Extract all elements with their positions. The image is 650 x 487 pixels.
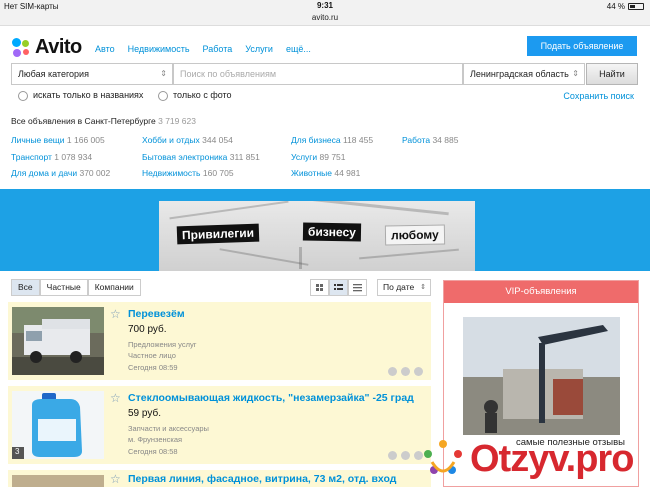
listing-item[interactable]: ☆ Первая линия, фасадное, витрина, 73 м2… (8, 470, 431, 487)
listing-seller: Частное лицо (128, 351, 176, 360)
battery-icon (628, 3, 644, 10)
site-header: Avito Авто Недвижимость Работа Услуги ещ… (0, 27, 650, 63)
category-list: Личные вещи 1 166 005 Транспорт 1 078 93… (11, 135, 631, 185)
sort-select[interactable]: По дате ⇕ (377, 279, 431, 296)
region-select[interactable]: Ленинградская область ⇕ (463, 63, 585, 85)
banner-word: любому (384, 224, 445, 246)
listing-category: Запчасти и аксессуары (128, 424, 209, 433)
region-value: Ленинградская область (470, 69, 569, 79)
compact-view-icon[interactable] (348, 279, 367, 296)
select-arrows-icon: ⇕ (160, 69, 167, 78)
otzyv-watermark: Otzyv.pro (418, 436, 650, 487)
only-photo-label: только с фото (173, 90, 232, 100)
category-link[interactable]: Работа 34 885 (402, 135, 458, 145)
info-icon[interactable] (414, 367, 423, 376)
listing-date: Сегодня 08:58 (128, 447, 178, 456)
all-ads-count: 3 719 623 (158, 116, 196, 126)
watermark-logo-icon (424, 440, 462, 474)
edit-icon[interactable] (388, 451, 397, 460)
save-search-link[interactable]: Сохранить поиск (563, 91, 634, 101)
category-select[interactable]: Любая категория ⇕ (11, 63, 173, 85)
main-nav: Авто Недвижимость Работа Услуги ещё... (95, 44, 324, 54)
listing-title[interactable]: Стеклоомывающая жидкость, "незамерзайка"… (128, 392, 414, 404)
clock: 9:31 (316, 1, 333, 10)
seller-filter: Все Частные Компании (11, 279, 141, 296)
vip-header: VIP-объявления (444, 281, 638, 303)
category-value: Любая категория (18, 69, 89, 79)
grid-view-icon[interactable] (310, 279, 329, 296)
favorite-star-icon[interactable]: ☆ (110, 391, 121, 405)
tab-companies[interactable]: Компании (87, 279, 141, 296)
category-link[interactable]: Транспорт 1 078 934 (11, 152, 92, 162)
listing-category: Предложения услуг (128, 340, 197, 349)
listing-photo[interactable]: 3 (12, 391, 104, 459)
all-ads-heading: Все объявления в Санкт-Петербурге 3 719 … (11, 116, 196, 126)
listing-actions (388, 367, 423, 376)
banner-graphic: Привилегии бизнесу любому (159, 201, 475, 271)
listing-photo[interactable] (12, 475, 104, 487)
vip-photo[interactable] (463, 317, 620, 435)
battery-percent: 44 % (606, 2, 625, 11)
favorite-star-icon[interactable]: ☆ (110, 472, 121, 486)
post-ad-button[interactable]: Подать объявление (527, 36, 637, 56)
category-link[interactable]: Услуги 89 751 (291, 152, 346, 162)
only-photo-checkbox[interactable]: только с фото (158, 90, 232, 101)
category-link[interactable]: Недвижимость 160 705 (142, 168, 234, 178)
avito-logo[interactable]: Avito (12, 36, 82, 59)
category-link[interactable]: Для дома и дачи 370 002 (11, 168, 110, 178)
search-placeholder: Поиск по объявлениям (180, 69, 277, 79)
photo-count: 3 (15, 447, 20, 456)
select-arrows-icon: ⇕ (572, 69, 579, 78)
nav-jobs[interactable]: Работа (203, 44, 233, 54)
banner-word: Привилегии (176, 223, 260, 245)
address-bar[interactable]: avito.ru (0, 12, 650, 26)
tab-all[interactable]: Все (11, 279, 40, 296)
url-text: avito.ru (311, 13, 339, 22)
banner-word: бизнесу (302, 222, 362, 242)
listing-photo[interactable] (12, 307, 104, 375)
note-icon[interactable] (401, 367, 410, 376)
listing-title[interactable]: Первая линия, фасадное, витрина, 73 м2, … (128, 473, 396, 485)
nav-services[interactable]: Услуги (245, 44, 273, 54)
logo-dots-icon (12, 37, 32, 58)
promo-banner[interactable]: Привилегии бизнесу любому (0, 189, 650, 271)
checkbox-icon (18, 90, 28, 101)
listing-price: 700 руб. (128, 324, 167, 335)
nav-auto[interactable]: Авто (95, 44, 115, 54)
listing-price: 59 руб. (128, 408, 161, 419)
list-view-icon[interactable] (329, 279, 348, 296)
logo-text: Avito (35, 36, 82, 58)
category-link[interactable]: Хобби и отдых 344 054 (142, 135, 233, 145)
nav-realty[interactable]: Недвижимость (128, 44, 190, 54)
tab-private[interactable]: Частные (39, 279, 88, 296)
favorite-star-icon[interactable]: ☆ (110, 307, 121, 321)
view-switcher (310, 279, 367, 296)
status-bar: Нет SIM-карты 9:31 44 % (0, 0, 650, 12)
only-titles-label: искать только в названиях (33, 90, 144, 100)
note-icon[interactable] (401, 451, 410, 460)
category-link[interactable]: Бытовая электроника 311 851 (142, 152, 260, 162)
listing-item[interactable]: ☆ Перевезём 700 руб. Предложения услуг Ч… (8, 302, 431, 380)
listing-date: Сегодня 08:59 (128, 363, 178, 372)
sort-value: По дате (383, 282, 415, 292)
search-bar: Любая категория ⇕ Поиск по объявлениям Л… (11, 63, 638, 85)
all-ads-label: Все объявления в Санкт-Петербурге (11, 116, 156, 126)
search-input[interactable]: Поиск по объявлениям (173, 63, 463, 85)
chevron-down-icon: ⇕ (420, 284, 426, 291)
category-link[interactable]: Личные вещи 1 166 005 (11, 135, 105, 145)
listing-title[interactable]: Перевезём (128, 308, 185, 320)
listing-item[interactable]: 3 ☆ Стеклоомывающая жидкость, "незамерза… (8, 386, 431, 464)
nav-more[interactable]: ещё... (286, 44, 311, 54)
watermark-text: Otzyv.pro (470, 438, 634, 480)
find-button[interactable]: Найти (586, 63, 638, 85)
battery-indicator: 44 % (607, 2, 644, 11)
category-link[interactable]: Для бизнеса 118 455 (291, 135, 373, 145)
edit-icon[interactable] (388, 367, 397, 376)
listing-seller: м. Фрунзенская (128, 435, 183, 444)
checkbox-icon (158, 90, 168, 101)
category-link[interactable]: Животные 44 981 (291, 168, 360, 178)
search-options: искать только в названиях только с фото … (18, 90, 638, 104)
only-titles-checkbox[interactable]: искать только в названиях (18, 90, 143, 101)
